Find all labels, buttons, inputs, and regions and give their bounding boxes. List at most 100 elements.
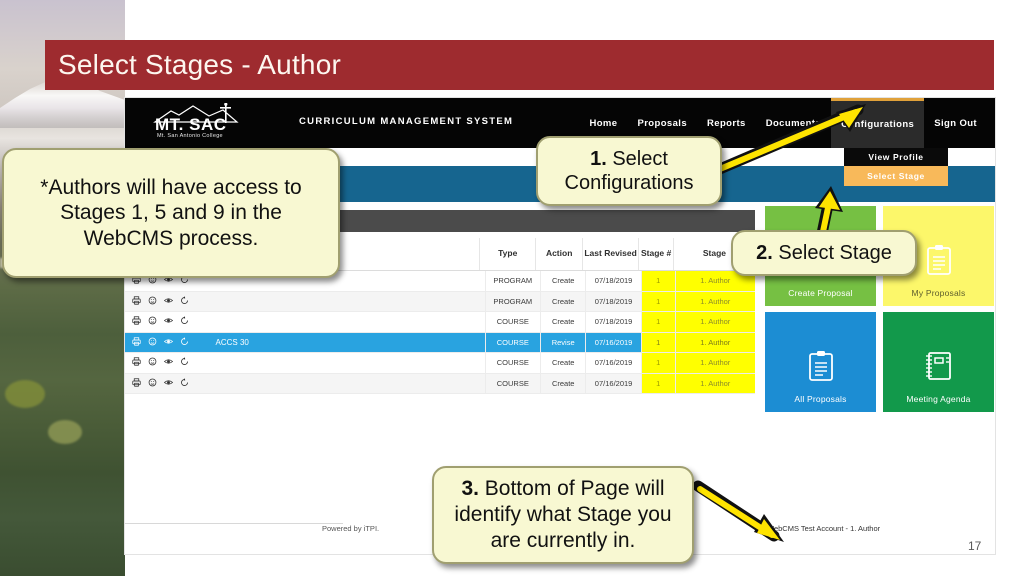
powered-by-text: Powered by iTPI. xyxy=(322,524,380,533)
row-name xyxy=(208,374,485,394)
row-last-revised: 07/16/2019 xyxy=(585,373,640,393)
tile-meeting-agenda[interactable]: Meeting Agenda xyxy=(883,312,994,412)
configurations-dropdown: View Profile Select Stage xyxy=(844,148,948,186)
callout-author-note: *Authors will have access to Stages 1, 5… xyxy=(2,148,340,278)
logo-wordmark: MT. SAC xyxy=(155,115,227,134)
dropdown-item-view-profile[interactable]: View Profile xyxy=(844,148,948,166)
row-stage-number: 1 xyxy=(640,271,675,291)
row-stage: 1. Author xyxy=(674,291,755,311)
row-stage: 1. Author xyxy=(674,332,755,352)
callout-step3-number: 3. xyxy=(461,476,479,500)
callout-step-2: 2. Select Stage xyxy=(731,230,917,276)
clipboard-icon xyxy=(808,351,833,381)
background-shrub xyxy=(5,380,45,408)
row-action-icons xyxy=(125,353,208,373)
nav-item-documents[interactable]: Documents xyxy=(756,98,831,148)
row-stage-number: 1 xyxy=(640,332,675,352)
system-title: CURRICULUM MANAGEMENT SYSTEM xyxy=(299,116,514,127)
row-stage: 1. Author xyxy=(674,353,755,373)
background-shrub xyxy=(48,420,82,444)
row-action-icons xyxy=(125,333,208,353)
comment-icon[interactable] xyxy=(148,316,157,327)
comment-icon[interactable] xyxy=(148,357,157,368)
history-icon[interactable] xyxy=(180,378,189,389)
mtsac-logo: MT. SAC Mt. San Antonio College xyxy=(153,103,263,145)
table-header-last-revised[interactable]: Last Revised xyxy=(581,238,638,270)
eye-icon[interactable] xyxy=(164,316,173,327)
table-header-action[interactable]: Action xyxy=(535,238,581,270)
row-type: PROGRAM xyxy=(484,291,540,311)
row-stage-number: 1 xyxy=(640,291,675,311)
row-action: Create xyxy=(539,291,586,311)
row-action: Create xyxy=(539,373,586,393)
table-row[interactable]: COURSE Create 07/18/2019 1 1. Author xyxy=(125,312,755,333)
callout-step1-number: 1. xyxy=(590,148,607,170)
row-action-icons xyxy=(125,292,208,312)
row-name xyxy=(208,353,485,373)
history-icon[interactable] xyxy=(180,357,189,368)
print-icon[interactable] xyxy=(132,316,141,327)
callout-note-text: *Authors will have access to Stages 1, 5… xyxy=(40,175,302,250)
row-action: Revise xyxy=(539,332,586,352)
table-header-type[interactable]: Type xyxy=(479,238,535,270)
callout-step-1: 1. Select Configurations xyxy=(536,136,722,206)
table-row[interactable]: COURSE Create 07/16/2019 1 1. Author xyxy=(125,353,755,374)
row-type: COURSE xyxy=(484,312,540,332)
slide-title-bar: Select Stages - Author xyxy=(45,40,994,90)
row-stage-number: 1 xyxy=(640,353,675,373)
row-action-icons xyxy=(125,312,208,332)
nav-item-configurations[interactable]: Configurations xyxy=(831,98,925,148)
tile-all-proposals[interactable]: All Proposals xyxy=(765,312,876,412)
row-stage: 1. Author xyxy=(674,312,755,332)
clipboard-icon xyxy=(926,245,951,275)
table-row[interactable]: COURSE Create 07/16/2019 1 1. Author xyxy=(125,373,755,394)
row-action: Create xyxy=(539,271,586,291)
callout-step1-text: Select Configurations xyxy=(564,148,694,194)
comment-icon[interactable] xyxy=(148,378,157,389)
page-title: Select Stages - Author xyxy=(58,49,342,80)
row-name: ACCS 30 xyxy=(215,337,249,347)
table-row[interactable]: ACCS 30 COURSE Revise 07/16/2019 1 1. Author xyxy=(125,332,755,353)
dropdown-item-select-stage[interactable]: Select Stage xyxy=(844,166,948,186)
row-name xyxy=(208,312,485,332)
row-last-revised: 07/18/2019 xyxy=(585,271,640,291)
print-icon[interactable] xyxy=(132,357,141,368)
print-icon[interactable] xyxy=(132,378,141,389)
eye-icon[interactable] xyxy=(164,357,173,368)
comment-icon[interactable] xyxy=(148,337,157,348)
eye-icon[interactable] xyxy=(164,378,173,389)
account-status: WebCMS Test Account - 1. Author xyxy=(757,524,880,533)
row-action-icons xyxy=(125,374,208,394)
callout-step-3: 3. Bottom of Page will identify what Sta… xyxy=(432,466,694,564)
history-icon[interactable] xyxy=(180,296,189,307)
nav-item-sign-out[interactable]: Sign Out xyxy=(924,98,987,148)
table-body: PROGRAM Create 07/18/2019 1 1. Author PROGRAM… xyxy=(125,271,755,394)
callout-step2-text: Select Stage xyxy=(772,241,892,264)
slide-page-number: 17 xyxy=(968,539,982,553)
row-type: COURSE xyxy=(484,353,540,373)
eye-icon[interactable] xyxy=(164,296,173,307)
history-icon[interactable] xyxy=(180,337,189,348)
row-type: COURSE xyxy=(484,332,540,352)
callout-step2-number: 2. xyxy=(756,241,773,264)
row-type: COURSE xyxy=(484,373,540,393)
row-last-revised: 07/18/2019 xyxy=(585,291,640,311)
print-icon[interactable] xyxy=(132,296,141,307)
history-icon[interactable] xyxy=(180,316,189,327)
row-name xyxy=(208,292,485,312)
table-header-stage-num[interactable]: Stage # xyxy=(638,238,673,270)
logo-subtitle: Mt. San Antonio College xyxy=(157,133,223,139)
print-icon[interactable] xyxy=(132,337,141,348)
row-type: PROGRAM xyxy=(484,271,540,291)
row-stage: 1. Author xyxy=(674,373,755,393)
tile-label: All Proposals xyxy=(794,394,847,404)
eye-icon[interactable] xyxy=(164,337,173,348)
table-row[interactable]: PROGRAM Create 07/18/2019 1 1. Author xyxy=(125,291,755,312)
comment-icon[interactable] xyxy=(148,296,157,307)
row-last-revised: 07/16/2019 xyxy=(585,353,640,373)
user-icon xyxy=(757,524,764,533)
tile-label: My Proposals xyxy=(911,288,966,298)
account-label: WebCMS Test Account - 1. Author xyxy=(767,524,881,533)
row-stage-number: 1 xyxy=(640,373,675,393)
tile-label: Create Proposal xyxy=(788,288,853,298)
